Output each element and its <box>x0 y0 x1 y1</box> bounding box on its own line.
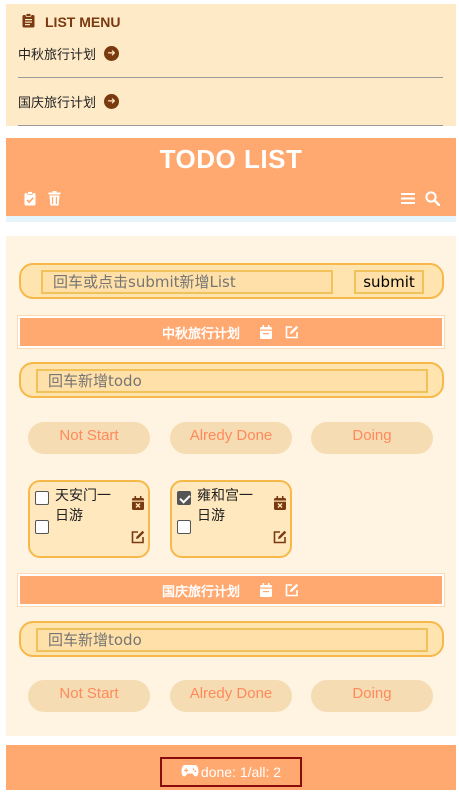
list-menu-item-label: 国庆旅行计划 <box>18 96 97 111</box>
calendar-icon[interactable] <box>258 582 274 598</box>
edit-icon[interactable] <box>284 582 300 598</box>
new-todo-input[interactable] <box>36 628 428 652</box>
todo-checkbox[interactable] <box>35 491 49 505</box>
new-todo-form <box>19 621 444 657</box>
arrow-right-circle-icon[interactable]: ➜ <box>104 94 120 109</box>
clipboard-check-icon[interactable] <box>22 190 38 206</box>
filter-doing-button[interactable]: Doing <box>311 422 433 454</box>
filter-doing-button[interactable]: Doing <box>311 680 433 712</box>
main-panel: submit 中秋旅行计划 <box>6 236 456 736</box>
header-left-actions <box>22 190 62 206</box>
new-list-form: submit <box>19 263 444 299</box>
todo-checkbox[interactable] <box>177 520 191 534</box>
list-title-bar: 中秋旅行计划 <box>18 316 444 348</box>
list-menu-item-label: 中秋旅行计划 <box>18 48 97 63</box>
clipboard-list-icon <box>22 12 35 32</box>
filter-not-start-button[interactable]: Not Start <box>28 680 150 712</box>
edit-icon[interactable] <box>284 324 300 340</box>
todo-text: 雍和宫一日游 <box>197 488 253 524</box>
list-menu-title: LIST MENU <box>45 14 121 30</box>
new-list-input[interactable] <box>41 270 333 294</box>
app-title: TODO LIST <box>159 144 303 174</box>
gamepad-icon <box>181 764 199 780</box>
todo-checkbox[interactable] <box>35 520 49 534</box>
search-icon[interactable] <box>424 190 440 206</box>
new-todo-input[interactable] <box>36 369 428 393</box>
menu-icon[interactable] <box>400 190 416 206</box>
calendar-delete-icon[interactable] <box>274 495 286 514</box>
todo-checkbox[interactable] <box>177 491 191 505</box>
edit-icon[interactable] <box>273 529 287 548</box>
arrow-right-circle-icon[interactable]: ➜ <box>104 46 120 61</box>
edit-icon[interactable] <box>131 529 145 548</box>
todo-text: 天安门一日游 <box>55 488 111 524</box>
list-title: 中秋旅行计划 <box>161 326 240 342</box>
app-header: TODO LIST <box>6 138 456 216</box>
new-todo-form <box>19 362 444 398</box>
todo-card: 天安门一日游 <box>28 480 150 558</box>
list-title: 国庆旅行计划 <box>161 584 240 600</box>
filter-not-start-button[interactable]: Not Start <box>28 422 150 454</box>
app-footer: done: 1/all: 2 <box>6 745 456 790</box>
list-menu-item[interactable]: 国庆旅行计划 ➜ <box>18 78 443 126</box>
list-menu: LIST MENU 中秋旅行计划 ➜ 国庆旅行计划 ➜ <box>6 4 456 126</box>
stats-text: done: 1/all: 2 <box>200 764 282 780</box>
calendar-icon[interactable] <box>258 324 274 340</box>
header-divider <box>6 216 456 222</box>
header-right-actions <box>400 190 440 206</box>
submit-button[interactable]: submit <box>354 270 424 294</box>
filter-done-button[interactable]: Alredy Done <box>170 422 292 454</box>
filter-done-button[interactable]: Alredy Done <box>170 680 292 712</box>
trash-icon[interactable] <box>46 190 62 206</box>
todo-card: 雍和宫一日游 <box>170 480 292 558</box>
list-title-bar: 国庆旅行计划 <box>18 574 444 606</box>
list-menu-item[interactable]: 中秋旅行计划 ➜ <box>18 30 443 78</box>
stats-box: done: 1/all: 2 <box>160 757 302 787</box>
todo-app: LIST MENU 中秋旅行计划 ➜ 国庆旅行计划 ➜ TODO LIST 回车… <box>0 0 459 794</box>
calendar-delete-icon[interactable] <box>132 495 144 514</box>
